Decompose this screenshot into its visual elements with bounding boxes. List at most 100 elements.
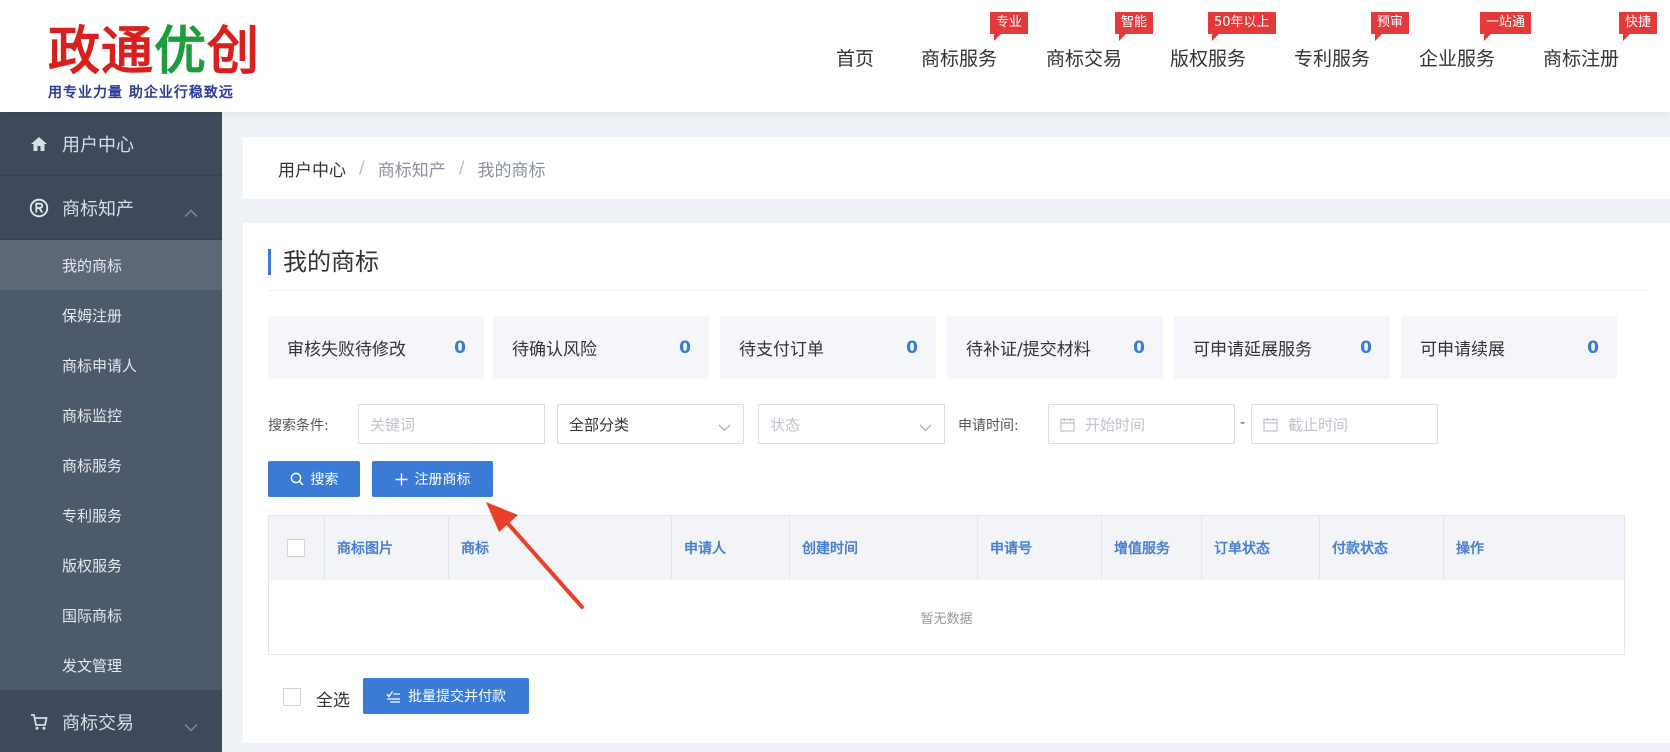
nav-badge-professional: 专业 (990, 12, 1029, 41)
column-header: 增值服务 (1102, 516, 1202, 580)
checkbox[interactable] (287, 539, 305, 557)
search-button-label: 搜索 (310, 472, 339, 488)
keyword-placeholder: 关键词 (370, 415, 416, 434)
category-value: 全部分类 (569, 415, 630, 434)
calendar-icon (1263, 417, 1278, 432)
table-header: 商标图片 商标 申请人 创建时间 申请号 增值服务 订单状态 付款状态 操作 (269, 516, 1624, 580)
stat-label: 待补证/提交材料 (966, 340, 1091, 360)
stat-label: 审核失败待修改 (287, 340, 406, 360)
stat-count: 0 (1360, 337, 1372, 358)
column-header: 订单状态 (1202, 516, 1320, 580)
calendar-icon (1060, 417, 1075, 432)
sidebar-item-trademark-ip[interactable]: 商标知产 (0, 176, 222, 240)
breadcrumb-current: 我的商标 (477, 160, 546, 181)
stat-risk-confirm[interactable]: 待确认风险 0 (493, 316, 709, 379)
stat-label: 待支付订单 (739, 340, 824, 360)
empty-state: 暂无数据 (920, 611, 973, 627)
top-header: 政通优创 用专业力量 助企业行稳致远 首页 专业 商标服务 智能 商标交易 50… (0, 0, 1670, 112)
stat-supplement-materials[interactable]: 待补证/提交材料 0 (947, 316, 1163, 379)
page-title: 我的商标 (268, 249, 379, 275)
sidebar-item-my-trademarks[interactable]: 我的商标 (0, 240, 222, 290)
nav-trademark-register[interactable]: 商标注册 (1543, 44, 1619, 71)
select-all-label[interactable]: 全选 (316, 686, 350, 711)
nav-patent-service[interactable]: 专利服务 (1294, 44, 1370, 71)
end-date-input[interactable]: 截止时间 (1251, 404, 1438, 444)
select-all-header-checkbox[interactable] (269, 516, 325, 580)
chevron-down-icon (184, 716, 198, 737)
column-header: 商标图片 (325, 516, 449, 580)
keyword-input[interactable]: 关键词 (358, 404, 545, 444)
stat-count: 0 (1133, 337, 1145, 358)
stat-count: 0 (1587, 337, 1599, 358)
sidebar-submenu: 我的商标 保姆注册 商标申请人 商标监控 商标服务 专利服务 版权服务 国际商标… (0, 240, 222, 690)
search-icon (290, 472, 304, 486)
register-button-label: 注册商标 (414, 472, 471, 488)
column-header: 操作 (1456, 541, 1484, 557)
sidebar-item-international[interactable]: 国际商标 (0, 590, 222, 640)
chevron-down-icon (718, 418, 731, 436)
status-placeholder: 状态 (770, 415, 801, 434)
status-select[interactable]: 状态 (758, 404, 945, 444)
sidebar-item-label: 用户中心 (62, 134, 134, 156)
stat-audit-failed[interactable]: 审核失败待修改 0 (268, 316, 484, 379)
stat-extension-service[interactable]: 可申请延展服务 0 (1174, 316, 1390, 379)
home-icon (28, 133, 50, 155)
stat-count: 0 (906, 337, 918, 358)
nav-enterprise-service[interactable]: 企业服务 (1419, 44, 1495, 71)
sidebar-item-trademark-service[interactable]: 商标服务 (0, 440, 222, 490)
breadcrumb: 用户中心 / 商标知产 / 我的商标 (243, 137, 1670, 199)
stat-label: 待确认风险 (512, 340, 597, 360)
category-select[interactable]: 全部分类 (557, 404, 744, 444)
divider (268, 290, 1650, 291)
breadcrumb-separator: / (458, 158, 465, 178)
sidebar-item-label: 商标知产 (62, 198, 134, 220)
sidebar-item-copyright-service[interactable]: 版权服务 (0, 540, 222, 590)
trademark-table: 商标图片 商标 申请人 创建时间 申请号 增值服务 订单状态 付款状态 操作 暂… (268, 515, 1625, 655)
nav-badge-50years: 50年以上 (1208, 12, 1276, 41)
sidebar-item-document-mgmt[interactable]: 发文管理 (0, 640, 222, 690)
sidebar-item-trademark-trade[interactable]: 商标交易 (0, 690, 222, 752)
sidebar-item-monitoring[interactable]: 商标监控 (0, 390, 222, 440)
nav-badge-smart: 智能 (1115, 12, 1154, 41)
sidebar-item-patent-service[interactable]: 专利服务 (0, 490, 222, 540)
end-date-placeholder: 截止时间 (1288, 415, 1349, 434)
column-header: 创建时间 (790, 516, 978, 580)
breadcrumb-separator: / (359, 158, 365, 178)
cart-icon (28, 711, 50, 733)
nav-home[interactable]: 首页 (836, 44, 874, 71)
search-button[interactable]: 搜索 (268, 461, 360, 497)
plus-icon (395, 473, 408, 486)
column-header: 商标 (449, 516, 672, 580)
register-trademark-button[interactable]: 注册商标 (372, 461, 493, 497)
start-date-placeholder: 开始时间 (1085, 415, 1146, 434)
column-header: 申请人 (672, 516, 790, 580)
checklist-icon (386, 690, 401, 703)
nav-trademark-service[interactable]: 商标服务 (921, 44, 997, 71)
date-label: 申请时间: (958, 418, 1019, 434)
nav-trademark-trade[interactable]: 商标交易 (1046, 44, 1122, 71)
start-date-input[interactable]: 开始时间 (1048, 404, 1235, 444)
batch-pay-button[interactable]: 批量提交并付款 (363, 678, 529, 714)
stat-pending-payment[interactable]: 待支付订单 0 (720, 316, 936, 379)
stat-label: 可申请续展 (1420, 340, 1505, 360)
sidebar-item-nanny-register[interactable]: 保姆注册 (0, 290, 222, 340)
nav-badge-fast: 快捷 (1619, 12, 1658, 41)
sidebar-item-applicant[interactable]: 商标申请人 (0, 340, 222, 390)
sidebar-item-user-center[interactable]: 用户中心 (0, 112, 222, 176)
sidebar: 用户中心 商标知产 我的商标 保姆注册 商标申请人 商标监控 商标服务 专利服务… (0, 112, 222, 752)
chevron-down-icon (919, 418, 932, 436)
nav-copyright-service[interactable]: 版权服务 (1170, 44, 1246, 71)
nav-badge-onestop: 一站通 (1480, 12, 1532, 41)
breadcrumb-user-center[interactable]: 用户中心 (278, 156, 346, 181)
main-panel: 我的商标 审核失败待修改 0 待确认风险 0 待支付订单 0 待补证/提交材料 … (243, 223, 1670, 743)
date-separator: - (1240, 415, 1246, 431)
filter-label: 搜索条件: (268, 418, 329, 434)
batch-pay-label: 批量提交并付款 (408, 689, 506, 705)
main-nav: 首页 专业 商标服务 智能 商标交易 50年以上 版权服务 预审 专利服务 一站… (0, 0, 1670, 112)
column-header: 付款状态 (1320, 516, 1444, 580)
breadcrumb-trademark-ip[interactable]: 商标知产 (378, 156, 446, 181)
column-header: 申请号 (978, 516, 1102, 580)
select-all-checkbox[interactable] (283, 688, 301, 706)
stat-renewal[interactable]: 可申请续展 0 (1401, 316, 1617, 379)
stat-label: 可申请延展服务 (1193, 340, 1312, 360)
